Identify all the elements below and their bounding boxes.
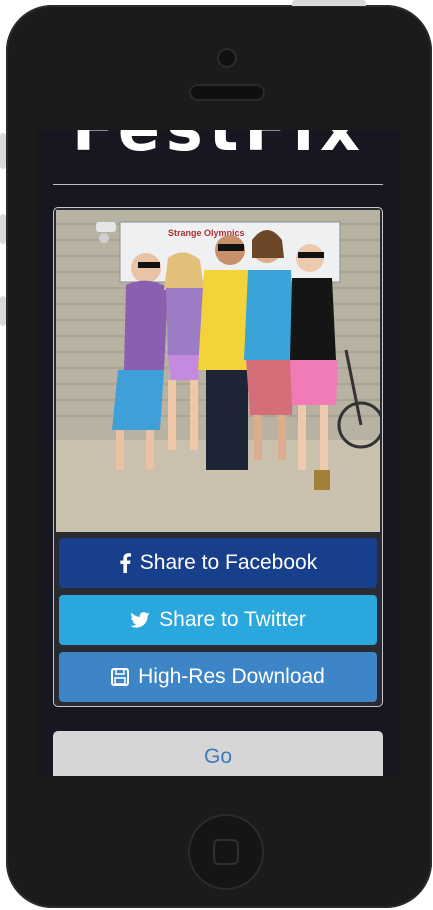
front-camera xyxy=(217,48,237,68)
photo-card: Strange Olympics Share to Facebook Share… xyxy=(53,207,383,707)
home-button[interactable] xyxy=(188,814,264,890)
facebook-icon xyxy=(119,553,131,573)
power-button[interactable] xyxy=(292,0,366,6)
mute-switch[interactable] xyxy=(0,133,6,169)
event-photo[interactable]: Strange Olympics xyxy=(56,210,380,532)
volume-up-button[interactable] xyxy=(0,214,6,244)
go-button[interactable]: Go xyxy=(53,731,383,776)
group-photo-illustration: Strange Olympics xyxy=(56,210,380,532)
volume-down-button[interactable] xyxy=(0,296,6,326)
share-facebook-button[interactable]: Share to Facebook xyxy=(59,538,377,588)
download-button[interactable]: High-Res Download xyxy=(59,652,377,702)
download-label: High-Res Download xyxy=(138,665,325,688)
floppy-disk-icon xyxy=(111,668,130,686)
twitter-icon xyxy=(130,612,150,628)
app-logo: FestFix xyxy=(37,130,401,164)
header-divider xyxy=(53,184,383,185)
earpiece-speaker xyxy=(189,84,265,101)
home-square-icon xyxy=(213,839,239,865)
share-facebook-label: Share to Facebook xyxy=(139,551,318,574)
share-twitter-label: Share to Twitter xyxy=(159,608,306,631)
go-label: Go xyxy=(203,745,232,768)
phone-screen: FestFix Strange Olympics xyxy=(37,130,401,776)
share-twitter-button[interactable]: Share to Twitter xyxy=(59,595,377,645)
